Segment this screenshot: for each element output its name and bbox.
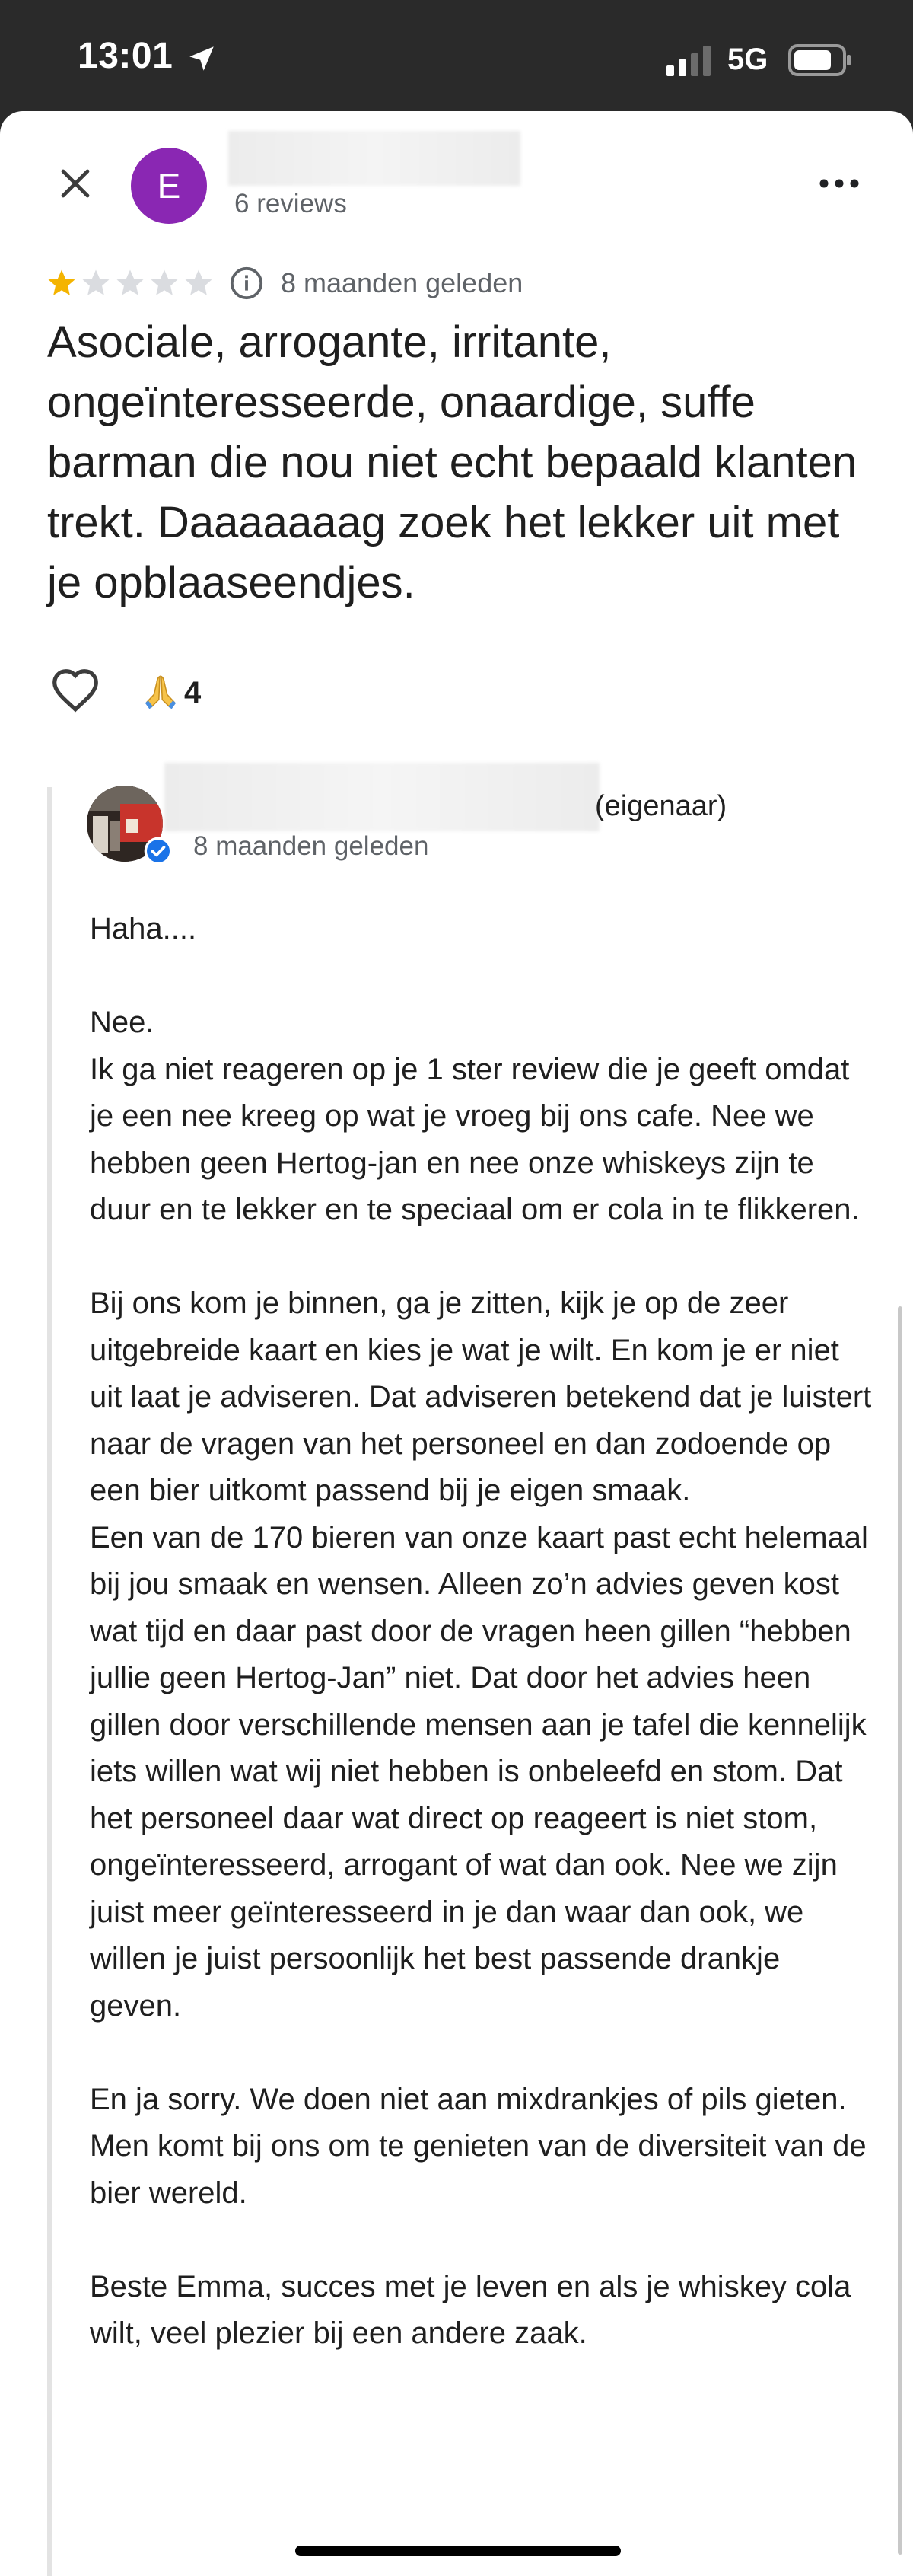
owner-reply-date: 8 maanden geleden bbox=[193, 831, 429, 861]
rating-row: 8 maanden geleden bbox=[46, 260, 523, 306]
reply-spacer bbox=[90, 2029, 873, 2077]
battery-icon bbox=[788, 44, 851, 76]
reaction-chip[interactable]: 4 bbox=[140, 671, 201, 714]
close-icon bbox=[61, 169, 90, 198]
review-text: Asociale, arrogante, irritante, ongeïnte… bbox=[47, 317, 857, 607]
verified-badge-icon bbox=[144, 837, 173, 866]
review-date: 8 maanden geleden bbox=[281, 267, 523, 298]
owner-tag: (eigenaar) bbox=[595, 790, 727, 822]
info-icon[interactable] bbox=[229, 266, 264, 301]
reviewer-avatar[interactable]: E bbox=[131, 148, 207, 224]
star-filled-icon bbox=[48, 269, 75, 295]
home-indicator[interactable] bbox=[295, 2546, 621, 2556]
close-button[interactable] bbox=[53, 161, 97, 206]
reaction-count: 4 bbox=[184, 675, 202, 709]
star-empty-icon bbox=[151, 269, 178, 295]
reply-paragraph: Haha.... bbox=[90, 912, 197, 945]
status-bar: 13:01 5G bbox=[0, 0, 913, 114]
reply-paragraph: Bij ons kom je binnen, ga je zitten, kij… bbox=[90, 1286, 872, 1507]
more-options-button[interactable] bbox=[813, 164, 866, 202]
reply-paragraph: Ik ga niet reageren op je 1 ster review … bbox=[90, 1052, 860, 1227]
star-empty-icon bbox=[116, 269, 144, 295]
more-icon bbox=[819, 179, 859, 188]
like-heart-icon[interactable] bbox=[50, 667, 100, 713]
network-label: 5G bbox=[727, 43, 768, 76]
reply-paragraph: Beste Emma, succes met je leven en als j… bbox=[90, 2269, 851, 2351]
reply-spacer bbox=[90, 2217, 873, 2264]
star-rating bbox=[46, 267, 217, 299]
reply-spacer bbox=[90, 953, 873, 1000]
star-empty-icon bbox=[185, 269, 212, 295]
status-time: 13:01 bbox=[78, 36, 173, 76]
location-arrow-icon bbox=[189, 46, 214, 71]
reply-paragraph: Een van de 170 bieren van onze kaart pas… bbox=[90, 1520, 868, 2023]
review-count[interactable]: 6 reviews bbox=[234, 189, 347, 219]
owner-reply-text: Haha.... Nee. Ik ga niet reageren op je 1 … bbox=[90, 906, 873, 2358]
redacted-owner-name bbox=[164, 763, 600, 831]
star-empty-icon bbox=[82, 269, 110, 295]
scrollbar-thumb[interactable] bbox=[898, 1306, 902, 2555]
reply-paragraph: Nee. bbox=[90, 1006, 154, 1039]
signal-icon bbox=[666, 46, 711, 76]
redacted-reviewer-name bbox=[228, 131, 520, 186]
reply-divider bbox=[47, 787, 52, 2576]
reply-spacer bbox=[90, 1234, 873, 1281]
review-sheet: E 6 reviews 8 maanden geleden Asociale, … bbox=[0, 111, 913, 2576]
reply-paragraph: En ja sorry. We doen niet aan mixdrankje… bbox=[90, 2082, 867, 2210]
folded-hands-icon bbox=[145, 675, 177, 709]
